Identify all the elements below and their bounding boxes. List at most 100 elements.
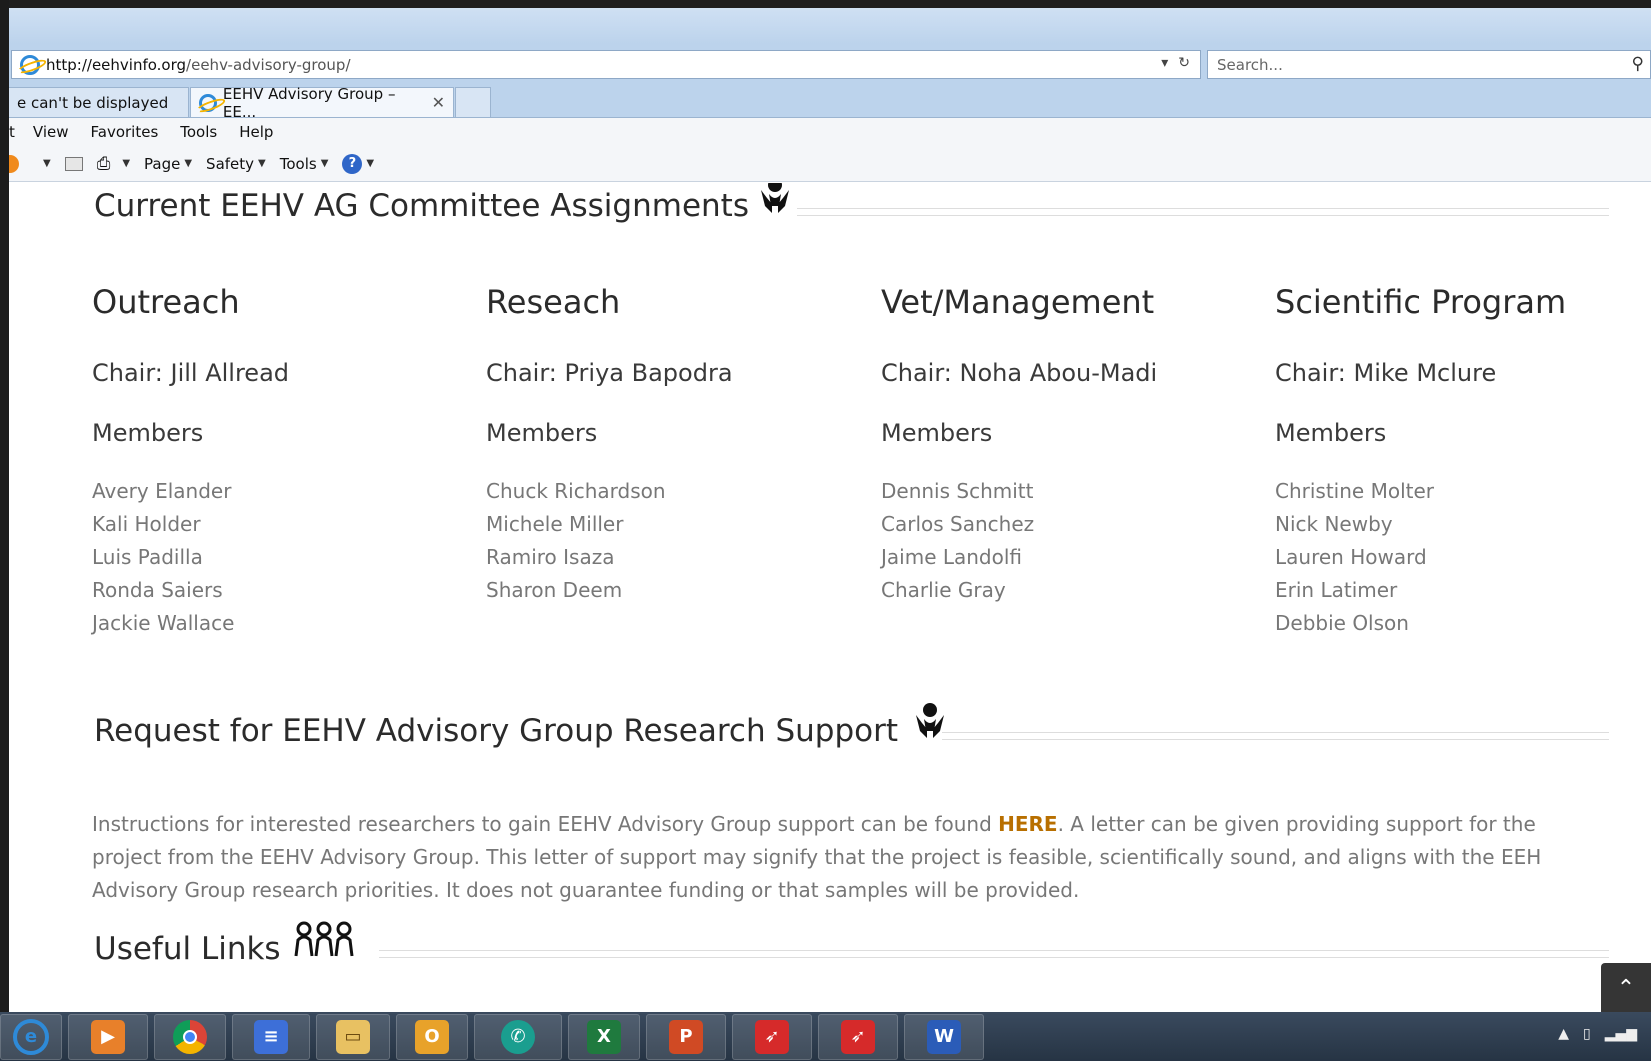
assignments-title: Current EEHV AG Committee Assignments [94,188,749,224]
rocket-icon: ➶ [755,1019,789,1054]
members-list: Dennis Schmitt Carlos Sanchez Jaime Land… [881,475,1241,607]
caret-icon: ▼ [43,158,51,169]
member-item: Sharon Deem [486,578,623,602]
taskbar-ie[interactable]: e [0,1013,62,1060]
caret-icon: ▼ [258,158,266,169]
menu-view[interactable]: View [33,123,69,141]
support-title: Request for EEHV Advisory Group Research… [94,713,898,749]
address-row: http://eehvinfo.org/eehv-advisory-group/… [9,44,1651,84]
people-group-icon [294,921,354,957]
support-heading: Request for EEHV Advisory Group Research… [94,703,950,749]
tools-label: Tools [279,154,317,173]
page-menu-button[interactable]: Page ▼ [144,155,192,173]
title-bar [9,8,1651,44]
tab-strip: e can't be displayed EEHV Advisory Group… [9,84,1651,121]
taskbar-explorer[interactable]: ▭ [316,1013,390,1060]
folder-icon: ▭ [336,1019,370,1054]
printer-icon: ⎙ [96,153,111,174]
system-tray: ▲ ▯ ▂▄▆ [1558,1026,1637,1042]
url-host: http://eehvinfo.org [46,55,187,74]
search-input[interactable]: Search... ⚲ [1207,50,1651,79]
desktop-edge [0,0,9,1061]
excel-icon: X [587,1019,621,1054]
committee-scientific-program: Scientific Program Chair: Mike Mclure Me… [1275,283,1635,640]
member-item: Ramiro Isaza [486,545,615,569]
taskbar-outlook[interactable]: O [396,1013,468,1060]
taskbar-powerpoint[interactable]: P [646,1013,726,1060]
member-item: Carlos Sanchez [881,512,1035,536]
phone-icon: ✆ [501,1019,535,1054]
members-label: Members [92,419,204,447]
member-item: Jackie Wallace [92,611,235,635]
close-tab-icon[interactable]: ✕ [432,93,445,112]
help-icon: ? [342,153,363,174]
windows-taskbar: e ▶ ≡ ▭ O ✆ X P ➶ ➶ W ▲ ▯ ▂▄▆ [0,1012,1651,1061]
feeds-icon[interactable] [9,154,19,173]
committee-title: Outreach [92,283,240,321]
print-button[interactable]: ⎙ ▼ [97,154,130,174]
internet-explorer-icon: e [13,1018,49,1055]
battery-icon[interactable]: ▯ [1583,1026,1591,1042]
helping-hands-icon [760,183,789,213]
new-tab-button[interactable] [455,87,491,118]
desktop-background [0,0,1651,8]
member-item: Charlie Gray [881,578,1006,602]
tools-menu-button[interactable]: Tools ▼ [280,155,329,173]
chrome-icon [173,1019,207,1054]
menu-favorites[interactable]: Favorites [91,123,159,141]
member-item: Avery Elander [92,479,232,503]
menu-tools[interactable]: Tools [180,123,217,141]
url-path: /eehv-advisory-group/ [186,55,351,74]
ie-page-icon [20,54,40,75]
committee-chair: Chair: Mike Mclure [1275,359,1497,387]
members-list: Avery Elander Kali Holder Luis Padilla R… [92,475,452,640]
tab-label: e can't be displayed [17,93,169,112]
dropdown-icon[interactable]: ▾ [1161,55,1168,71]
taskbar-app-rocket-1[interactable]: ➶ [732,1013,812,1060]
taskbar-app-rocket-2[interactable]: ➶ [818,1013,898,1060]
browser-window: http://eehvinfo.org/eehv-advisory-group/… [9,8,1651,1012]
taskbar-phone[interactable]: ✆ [474,1013,562,1060]
members-list: Christine Molter Nick Newby Lauren Howar… [1275,475,1635,640]
committee-title: Reseach [486,283,621,321]
docs-icon: ≡ [254,1019,288,1054]
member-item: Erin Latimer [1275,578,1398,602]
menu-bar: t View Favorites Tools Help [9,118,1651,146]
address-bar[interactable]: http://eehvinfo.org/eehv-advisory-group/… [11,50,1201,79]
refresh-icon[interactable]: ↻ [1178,55,1190,71]
read-mail-button[interactable] [64,156,83,171]
safety-label: Safety [206,154,255,173]
section-divider [797,208,1609,216]
taskbar-media[interactable]: ▶ [68,1013,148,1060]
caret-icon: ▼ [184,158,193,169]
tab-eehv-advisory[interactable]: EEHV Advisory Group – EE... ✕ [190,85,454,121]
member-item: Luis Padilla [92,545,203,569]
taskbar-word[interactable]: W [904,1013,984,1060]
chrome-center-icon [183,1029,197,1044]
tab-error-page[interactable]: e can't be displayed [9,87,189,118]
caret-icon: ▼ [366,158,375,169]
members-list: Chuck Richardson Michele Miller Ramiro I… [486,475,846,607]
signal-icon[interactable]: ▂▄▆ [1605,1026,1637,1042]
help-menu-button[interactable]: ? ▼ [342,153,375,174]
search-icon[interactable]: ⚲ [1632,54,1644,74]
member-item: Lauren Howard [1275,545,1427,569]
safety-menu-button[interactable]: Safety ▼ [206,155,266,173]
tray-expand-icon[interactable]: ▲ [1558,1026,1569,1042]
support-instructions-link[interactable]: HERE [998,812,1057,836]
feeds-dropdown[interactable]: ▼ [39,158,51,169]
scroll-to-top-button[interactable]: ⌃ [1601,963,1651,1012]
support-paragraph: Instructions for interested researchers … [92,808,1592,907]
taskbar-docs[interactable]: ≡ [232,1013,310,1060]
member-item: Debbie Olson [1275,611,1409,635]
menu-edit[interactable]: t [9,123,15,141]
committee-chair: Chair: Jill Allread [92,359,290,387]
caret-icon: ▼ [320,158,329,169]
taskbar-chrome[interactable] [154,1013,226,1060]
powerpoint-icon: P [669,1019,703,1054]
menu-help[interactable]: Help [239,123,273,141]
member-item: Dennis Schmitt [881,479,1034,503]
taskbar-excel[interactable]: X [568,1013,640,1060]
rocket-icon: ➶ [841,1019,875,1054]
outlook-icon: O [415,1019,449,1054]
